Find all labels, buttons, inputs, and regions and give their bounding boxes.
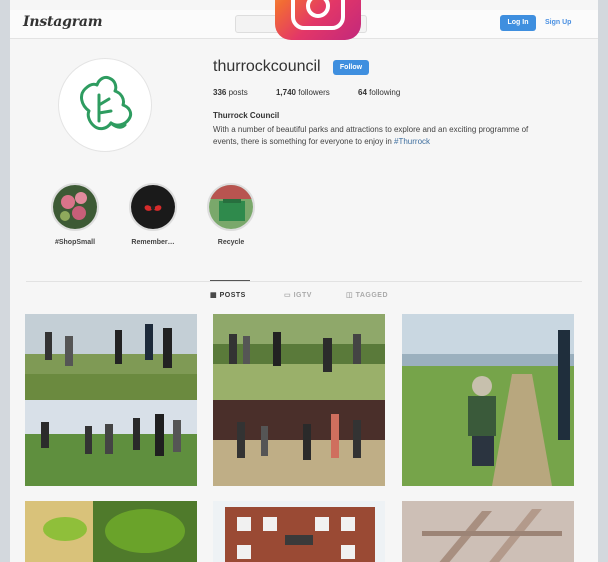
highlight-cover [207, 183, 255, 231]
profile-bio: With a number of beautiful parks and att… [213, 125, 529, 146]
instagram-app-icon [275, 0, 361, 40]
story-highlight-recycle[interactable]: Recycle [195, 183, 267, 246]
profile-username: thurrockcouncil [213, 58, 321, 75]
login-button[interactable]: Log In [500, 15, 536, 31]
posts-stat: 336 posts [213, 88, 248, 97]
follow-button[interactable]: Follow [333, 60, 369, 75]
post-thumbnail[interactable] [25, 501, 197, 562]
highlight-cover [129, 183, 177, 231]
active-tab-indicator [210, 280, 250, 281]
highlight-label: Recycle [217, 239, 245, 246]
tag-icon: ◫ [346, 292, 354, 299]
story-highlight-shopsmall[interactable]: #ShopSmall [39, 183, 111, 246]
post-thumbnail[interactable] [213, 314, 385, 486]
following-stat[interactable]: 64 following [358, 88, 400, 97]
post-thumbnail[interactable] [402, 314, 574, 486]
profile-avatar[interactable] [58, 58, 152, 152]
post-thumbnail[interactable] [402, 501, 574, 562]
instagram-page: Instagram Search Log In Sign Up thurrock… [10, 0, 598, 562]
profile-stats: 336 posts 1,740 followers 64 following [213, 88, 426, 97]
highlight-label: #ShopSmall [54, 239, 96, 246]
hashtag-link[interactable]: #Thurrock [394, 137, 430, 146]
signup-link[interactable]: Sign Up [545, 15, 571, 31]
highlight-label: Remember… [131, 239, 175, 246]
tabs-divider [26, 281, 582, 282]
tab-igtv[interactable]: ▭ IGTV [284, 291, 312, 299]
followers-stat[interactable]: 1,740 followers [276, 88, 330, 97]
tab-posts[interactable]: ▦ POSTS [210, 291, 246, 299]
council-leaf-logo [80, 75, 133, 131]
grid-icon: ▦ [210, 292, 218, 299]
highlight-cover [51, 183, 99, 231]
profile-full-name: Thurrock Council [213, 111, 280, 120]
instagram-wordmark[interactable]: Instagram [23, 14, 103, 30]
post-thumbnail[interactable] [25, 314, 197, 486]
story-highlight-remember[interactable]: Remember… [117, 183, 189, 246]
post-thumbnail[interactable] [213, 501, 385, 562]
tab-tagged[interactable]: ◫ TAGGED [346, 291, 388, 299]
igtv-icon: ▭ [284, 292, 292, 299]
